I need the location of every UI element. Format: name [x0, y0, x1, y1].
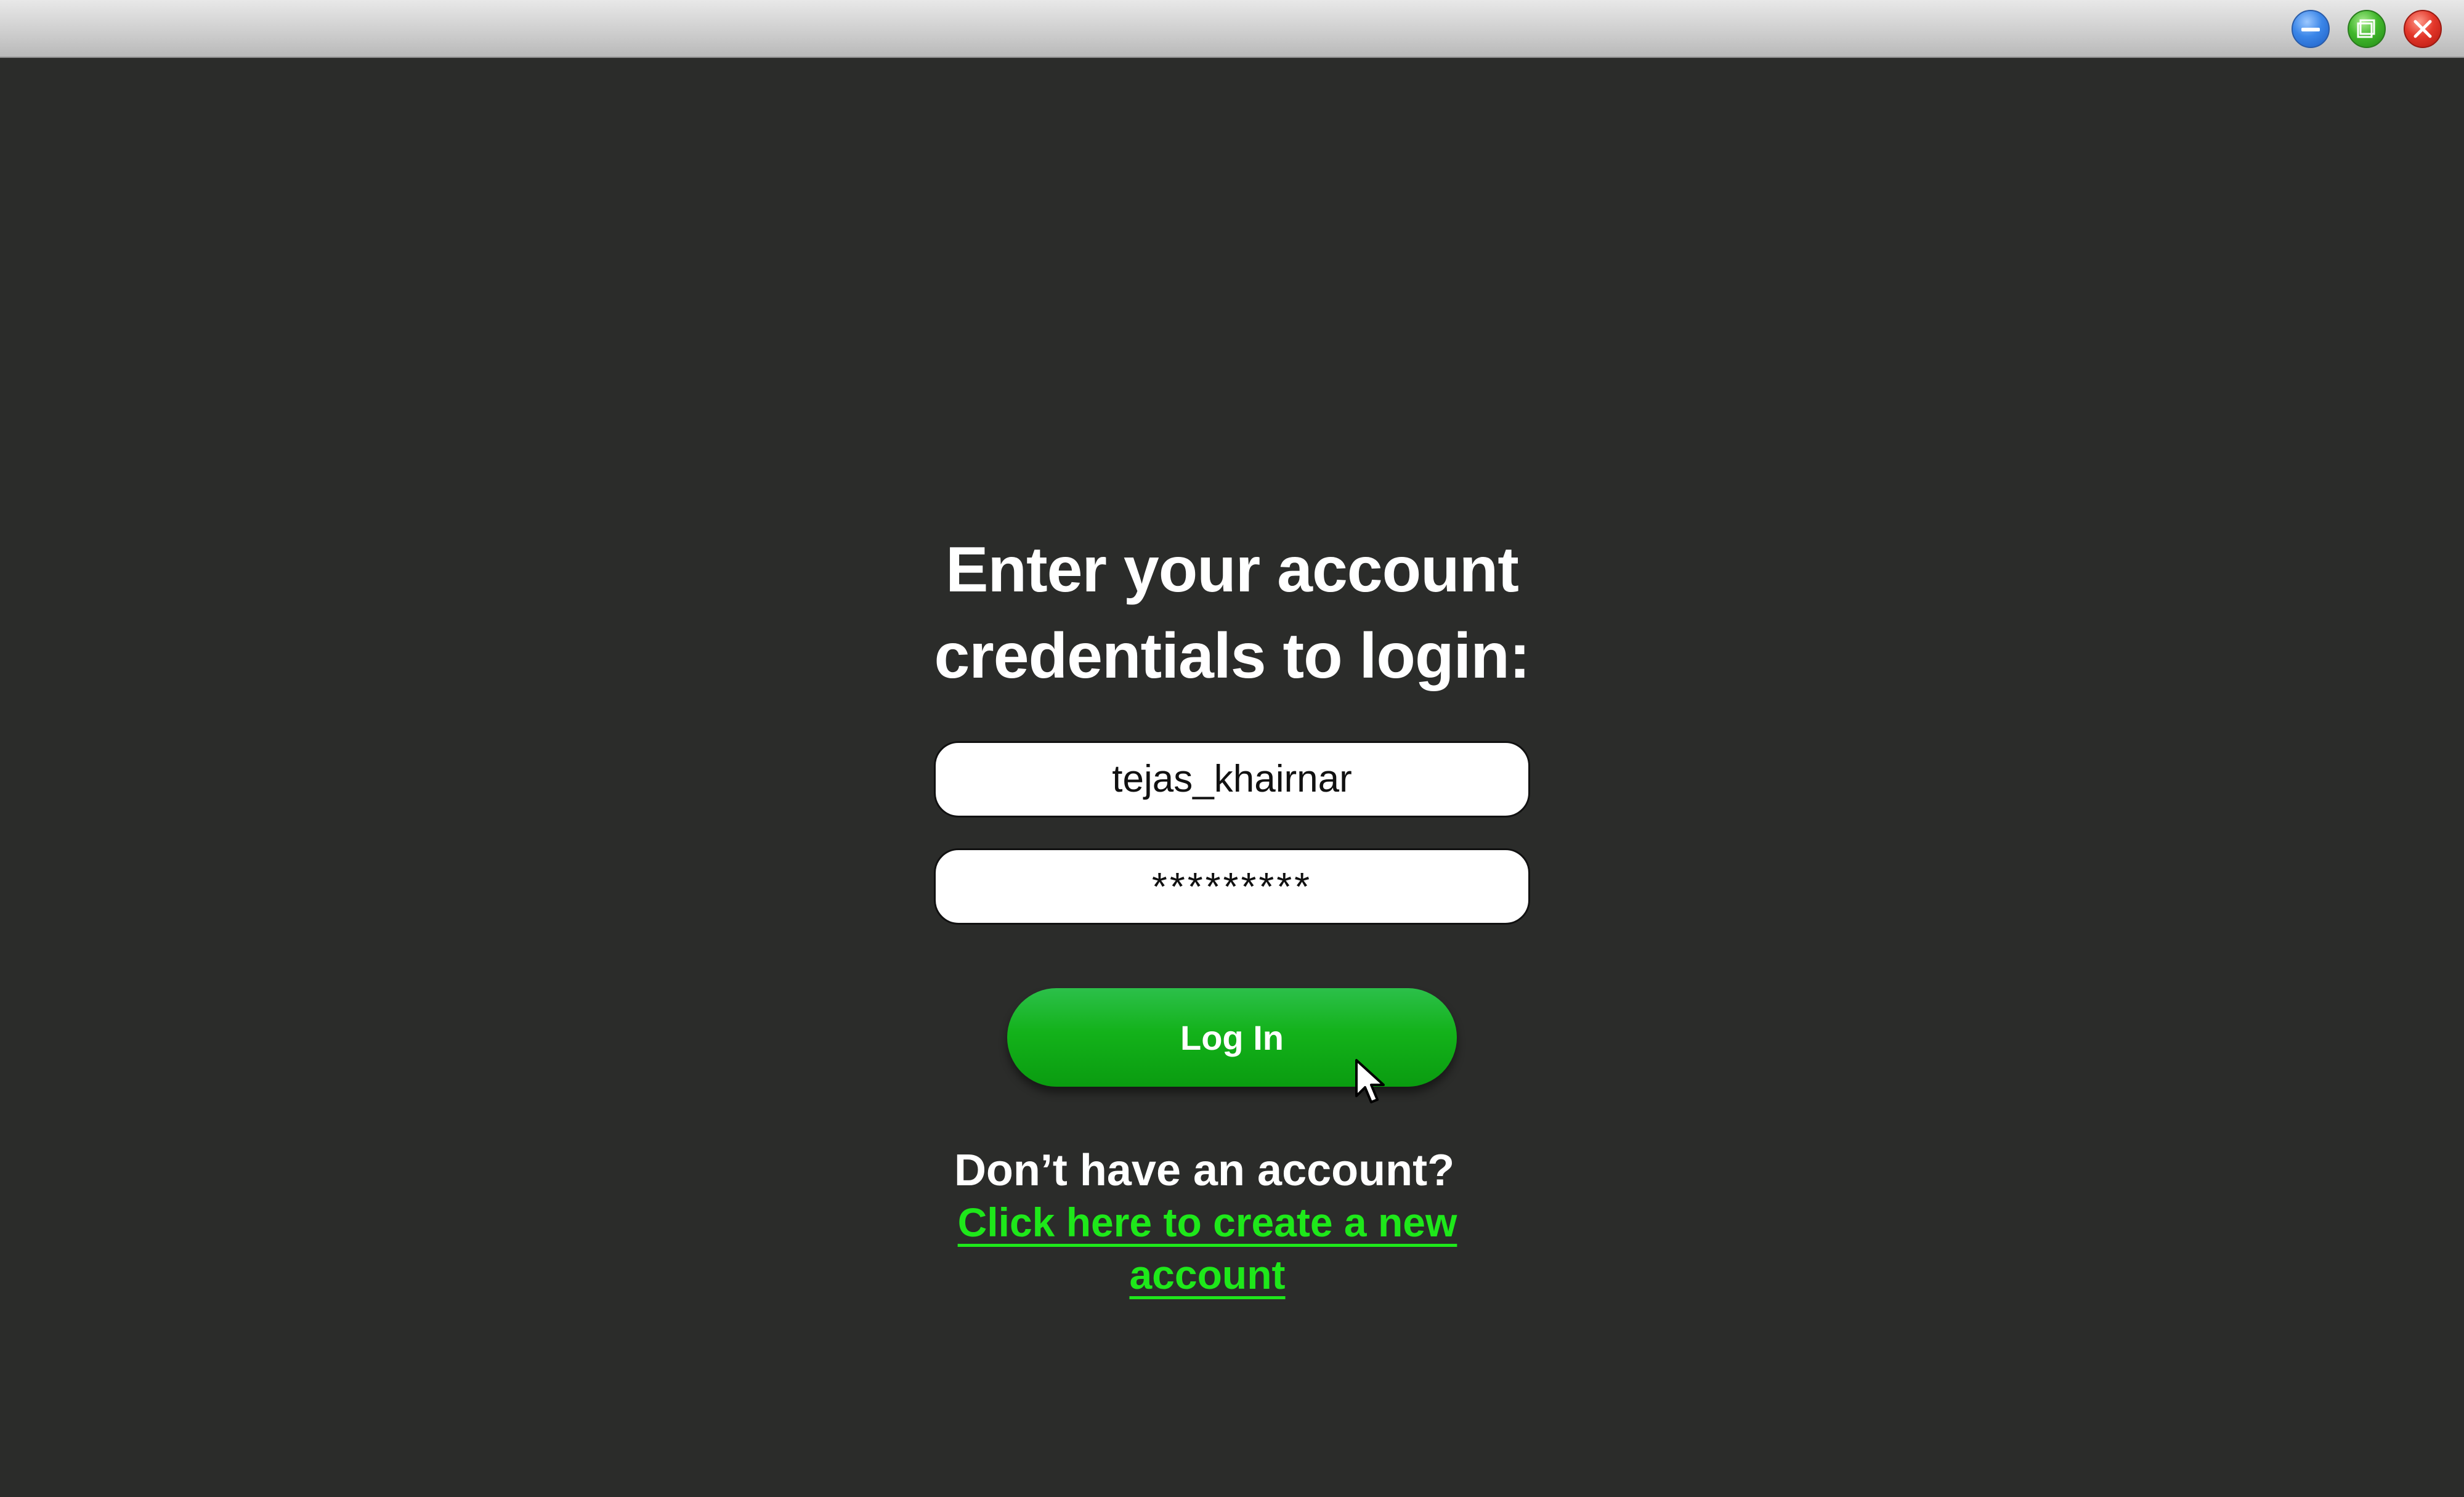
signup-prompt: Don’t have an account? [954, 1146, 1455, 1195]
app-window: Enter your account credentials to login:… [0, 0, 2464, 1497]
title-bar[interactable] [0, 0, 2464, 58]
login-heading: Enter your account credentials to login: [832, 527, 1632, 699]
maximize-icon [2357, 19, 2375, 38]
mouse-pointer-icon [1355, 1059, 1385, 1103]
close-icon [2413, 20, 2432, 38]
minimize-button[interactable] [2292, 10, 2330, 48]
maximize-button[interactable] [2348, 10, 2386, 48]
minimize-icon [2301, 28, 2320, 31]
password-field[interactable]: ********* [934, 848, 1530, 925]
heading-line-2: credentials to login: [934, 620, 1530, 692]
username-field[interactable]: tejas_khairnar [934, 741, 1530, 817]
close-button[interactable] [2404, 10, 2442, 48]
create-account-link[interactable]: Click here to create a new account [887, 1196, 1528, 1301]
heading-line-1: Enter your account [946, 534, 1519, 606]
